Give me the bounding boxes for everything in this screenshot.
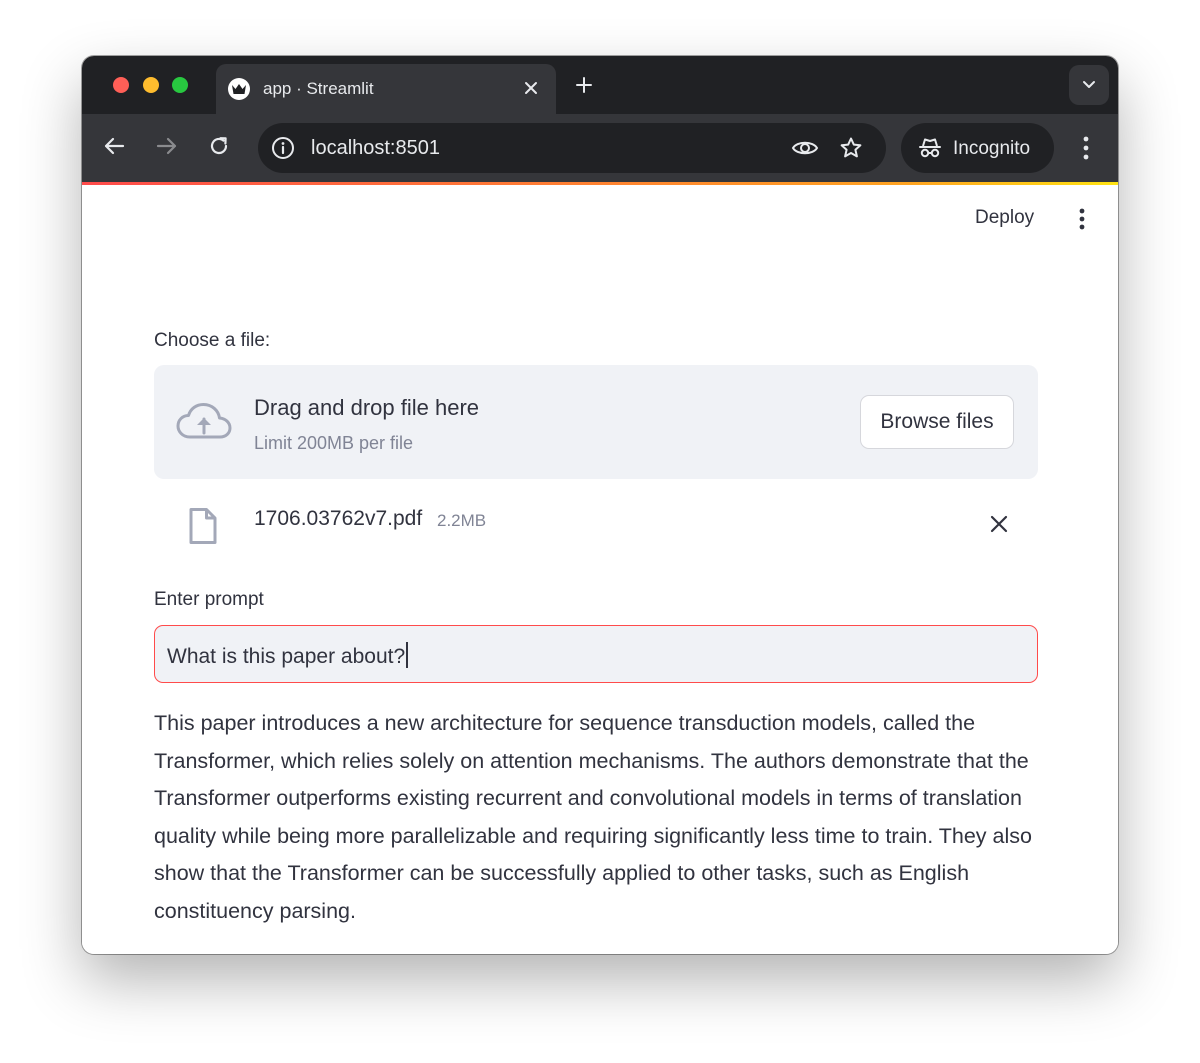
close-tab-icon[interactable] bbox=[520, 77, 542, 99]
tab-title: app · Streamlit bbox=[263, 79, 374, 98]
prompt-input[interactable]: What is this paper about? bbox=[154, 625, 1038, 683]
address-bar[interactable]: localhost:8501 bbox=[258, 123, 886, 173]
deploy-button[interactable]: Deploy bbox=[975, 207, 1034, 229]
app-main-menu-icon[interactable] bbox=[1072, 205, 1092, 233]
browser-window: app · Streamlit localhost:8501 Incognito… bbox=[82, 56, 1118, 954]
uploaded-file-row: 1706.03762v7.pdf 2.2MB bbox=[154, 495, 1038, 555]
cloud-upload-icon bbox=[176, 402, 232, 442]
browser-tab-active[interactable]: app · Streamlit bbox=[216, 64, 556, 114]
bookmark-star-icon[interactable] bbox=[838, 135, 864, 161]
back-arrow-icon[interactable] bbox=[99, 131, 129, 161]
tab-strip: app · Streamlit bbox=[82, 56, 1118, 114]
new-tab-plus-icon[interactable] bbox=[572, 73, 596, 97]
eye-icon[interactable] bbox=[789, 135, 821, 161]
window-minimize-button[interactable] bbox=[143, 77, 159, 93]
incognito-icon bbox=[917, 135, 943, 161]
prompt-label: Enter prompt bbox=[154, 589, 264, 610]
prompt-input-value: What is this paper about? bbox=[167, 645, 406, 668]
forward-arrow-icon[interactable] bbox=[152, 131, 182, 161]
browse-files-button[interactable]: Browse files bbox=[860, 395, 1014, 449]
response-text: This paper introduces a new architecture… bbox=[154, 711, 1032, 923]
incognito-profile-button[interactable]: Incognito bbox=[901, 123, 1054, 173]
incognito-label: Incognito bbox=[953, 138, 1031, 159]
window-maximize-button[interactable] bbox=[172, 77, 188, 93]
window-close-button[interactable] bbox=[113, 77, 129, 93]
tab-search-chevron-icon[interactable] bbox=[1069, 65, 1109, 105]
streamlit-app: Deploy Choose a file: Drag and drop file… bbox=[82, 185, 1118, 954]
text-caret bbox=[406, 642, 408, 668]
browser-toolbar: localhost:8501 Incognito bbox=[82, 114, 1118, 182]
file-uploader-label: Choose a file: bbox=[154, 330, 271, 351]
remove-file-close-icon[interactable] bbox=[987, 512, 1011, 536]
file-icon bbox=[188, 507, 218, 545]
uploaded-file-size: 2.2MB bbox=[437, 511, 487, 530]
uploaded-file-name: 1706.03762v7.pdf bbox=[254, 507, 423, 530]
file-dropzone[interactable]: Drag and drop file here Limit 200MB per … bbox=[154, 365, 1038, 479]
reload-icon[interactable] bbox=[204, 131, 234, 161]
streamlit-crown-icon bbox=[228, 78, 250, 100]
dropzone-size-limit: Limit 200MB per file bbox=[254, 433, 414, 453]
dropzone-title: Drag and drop file here bbox=[254, 395, 480, 420]
browser-menu-kebab-icon[interactable] bbox=[1074, 133, 1098, 163]
url-text: localhost:8501 bbox=[311, 137, 440, 159]
site-info-icon[interactable] bbox=[270, 135, 296, 161]
